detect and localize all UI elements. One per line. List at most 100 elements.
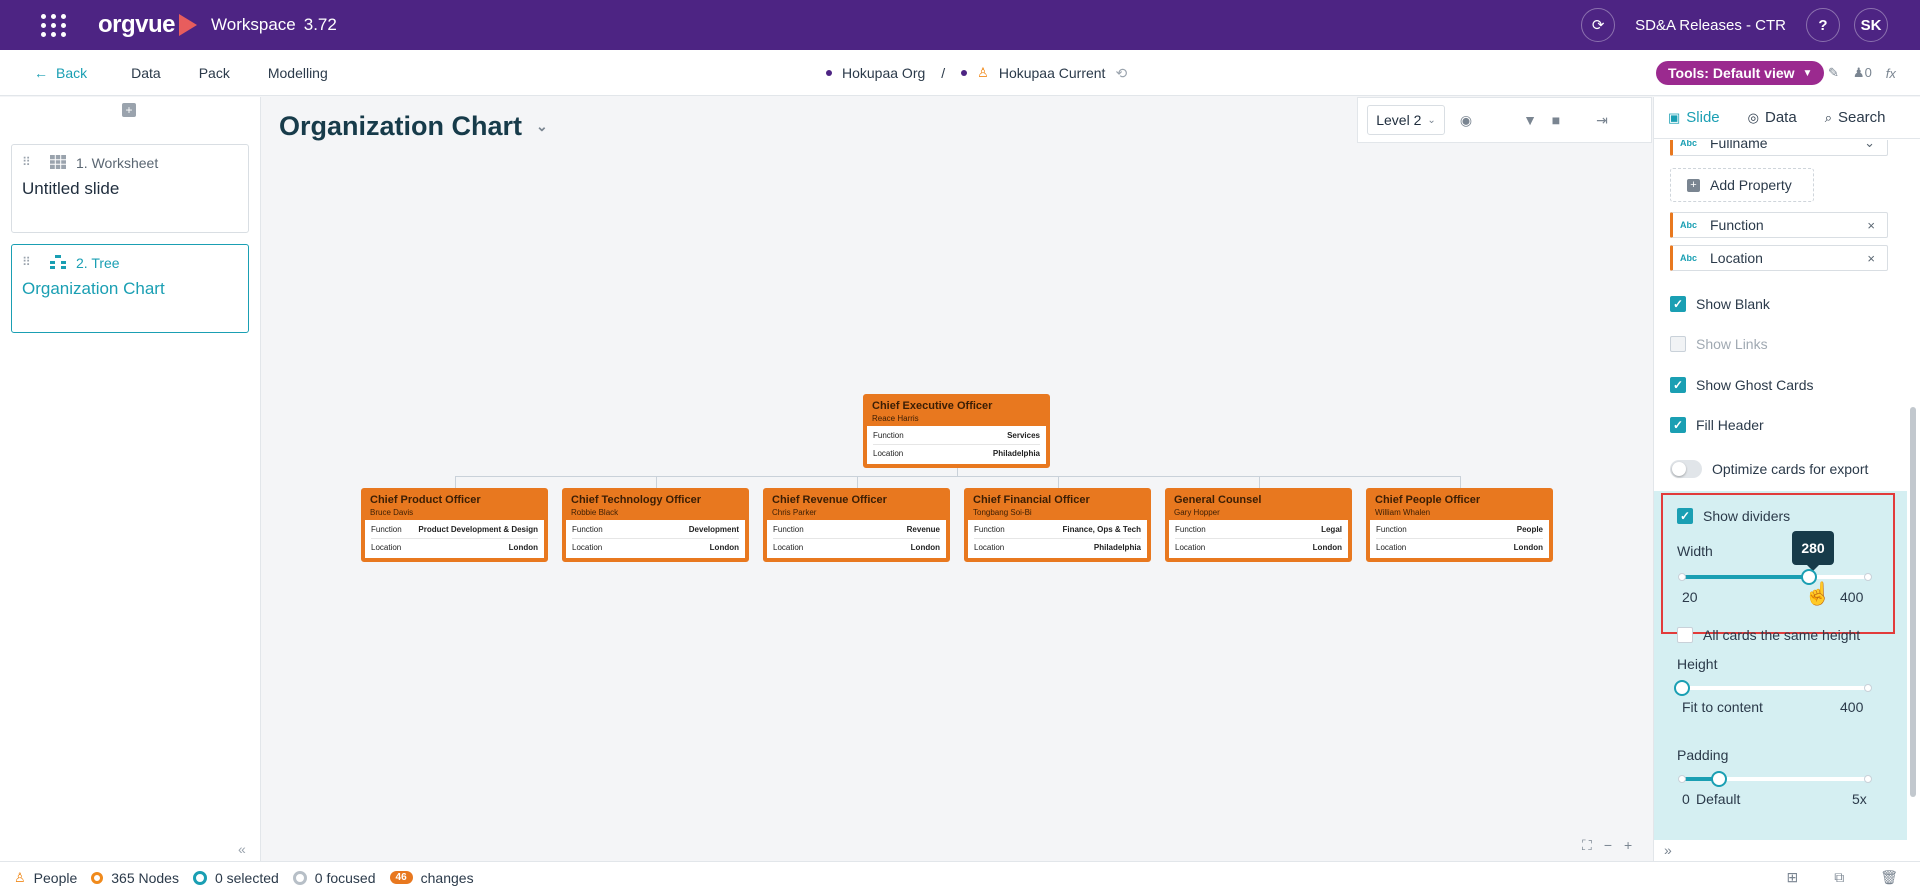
height-slider[interactable] bbox=[1674, 680, 1872, 696]
layers-icon[interactable]: ■ bbox=[1547, 111, 1565, 129]
status-focused[interactable]: 0 focused bbox=[292, 870, 376, 886]
add-icon[interactable]: ⊞ bbox=[1786, 869, 1798, 886]
field-label: Location bbox=[974, 543, 1005, 552]
hand-cursor-icon: ☝ bbox=[1804, 581, 1832, 606]
nav-data[interactable]: Data bbox=[131, 65, 161, 81]
zoom-controls: ⛶ − + bbox=[1582, 837, 1632, 854]
page-title[interactable]: Organization Chart ⌄ bbox=[279, 111, 548, 142]
same-height-checkbox[interactable]: All cards the same height bbox=[1677, 627, 1860, 643]
field-label: Location bbox=[1175, 543, 1206, 552]
slide-card-worksheet[interactable]: ⠿ 1. Worksheet Untitled slide bbox=[11, 144, 249, 233]
org-card-root[interactable]: Chief Executive Officer Reace Harris Funct… bbox=[863, 394, 1050, 468]
tab-data[interactable]: ◎ Data bbox=[1734, 97, 1811, 139]
show-ghost-cards-checkbox[interactable]: ✓ Show Ghost Cards bbox=[1670, 377, 1814, 393]
property-fullname[interactable]: Abc Fullname ⌄ bbox=[1670, 140, 1888, 156]
fill-header-checkbox[interactable]: ✓ Fill Header bbox=[1670, 417, 1764, 433]
orgvue-logo[interactable]: orgvue bbox=[98, 11, 198, 39]
show-blank-checkbox[interactable]: ✓ Show Blank bbox=[1670, 296, 1770, 312]
export-icon[interactable]: ⇥ bbox=[1593, 111, 1611, 129]
user-avatar[interactable]: SK bbox=[1854, 8, 1888, 42]
zoom-out-icon[interactable]: − bbox=[1604, 837, 1612, 854]
drag-handle-icon[interactable]: ⠿ bbox=[22, 155, 31, 169]
status-people[interactable]: ♙ People bbox=[14, 870, 77, 886]
tab-slide[interactable]: ▣ Slide bbox=[1654, 97, 1734, 139]
fx-icon[interactable]: fx bbox=[1886, 66, 1896, 81]
release-selector[interactable]: SD&A Releases - CTR bbox=[1635, 17, 1786, 34]
slide-card-tree[interactable]: ⠿ 2. Tree Organization Chart bbox=[11, 244, 249, 333]
slider-thumb[interactable] bbox=[1674, 680, 1690, 696]
expand-panel-icon[interactable]: » bbox=[1664, 842, 1672, 858]
field-label: Function bbox=[1175, 524, 1206, 534]
card-title: General Counsel bbox=[1174, 494, 1262, 506]
level-select[interactable]: Level 2 ⌄ bbox=[1367, 105, 1445, 135]
field-value: Philadelphia bbox=[1093, 543, 1141, 552]
field-label: Function bbox=[873, 430, 904, 440]
remove-property-icon[interactable]: × bbox=[1867, 251, 1875, 266]
collapse-panel-icon[interactable]: « bbox=[238, 841, 246, 857]
property-name: Function bbox=[1710, 217, 1764, 233]
filter-icon[interactable]: ▼ bbox=[1521, 111, 1539, 129]
breadcrumb-dataset[interactable]: Hokupaa Current bbox=[999, 65, 1106, 81]
org-card[interactable]: Chief Technology Officer Robbie Black Func… bbox=[562, 488, 749, 562]
org-card[interactable]: Chief People Officer William Whalen Functi… bbox=[1366, 488, 1553, 562]
show-dividers-checkbox[interactable]: ✓ Show dividers bbox=[1677, 508, 1790, 524]
optimize-export-toggle[interactable]: Optimize cards for export bbox=[1670, 460, 1868, 478]
tab-search[interactable]: ⌕ Search bbox=[1811, 97, 1900, 139]
sync-button[interactable]: ⟳ bbox=[1581, 8, 1616, 42]
card-row-location: Location Philadelphia bbox=[974, 538, 1141, 556]
back-button[interactable]: ← Back bbox=[34, 65, 87, 81]
zoom-in-icon[interactable]: + bbox=[1624, 837, 1632, 854]
refresh-dataset-icon[interactable]: ⟲ bbox=[1115, 65, 1127, 82]
nav-pack[interactable]: Pack bbox=[199, 65, 230, 81]
palette-icon[interactable]: ◉ bbox=[1457, 111, 1475, 129]
tools-view-dropdown[interactable]: Tools: Default view ▼ bbox=[1656, 61, 1825, 85]
card-body: Function Revenue Location London bbox=[767, 520, 946, 558]
slide-type-label: 2. Tree bbox=[76, 255, 120, 271]
refresh-icon: ⟳ bbox=[1591, 17, 1605, 34]
org-card[interactable]: General Counsel Gary Hopper Function Legal L… bbox=[1165, 488, 1352, 562]
status-nodes[interactable]: 365 Nodes bbox=[91, 870, 179, 886]
status-nodes-label: 365 Nodes bbox=[111, 869, 179, 886]
option-label: Show dividers bbox=[1703, 508, 1791, 524]
card-title: Chief Executive Officer bbox=[872, 400, 993, 412]
remove-property-icon[interactable]: × bbox=[1867, 218, 1875, 233]
help-button[interactable]: ? bbox=[1806, 8, 1840, 42]
property-function[interactable]: Abc Function × bbox=[1670, 212, 1888, 238]
panel-scrollbar[interactable] bbox=[1910, 407, 1916, 797]
card-person-name: Tongbang Soi-Bi bbox=[973, 508, 1032, 517]
fit-screen-icon[interactable]: ⛶ bbox=[1582, 837, 1592, 854]
toggle-switch[interactable] bbox=[1670, 460, 1702, 478]
slide-title: Untitled slide bbox=[22, 179, 120, 198]
field-label: Function bbox=[974, 524, 1005, 534]
app-grid-icon[interactable] bbox=[40, 11, 68, 39]
chevron-down-icon[interactable]: ⌄ bbox=[1864, 140, 1875, 151]
nav-modelling[interactable]: Modelling bbox=[268, 65, 328, 81]
card-body: Function Product Development & Design Loca… bbox=[365, 520, 544, 558]
slider-thumb[interactable] bbox=[1711, 771, 1728, 787]
alerts-indicator[interactable]: ♟0 bbox=[1853, 65, 1872, 81]
org-card[interactable]: Chief Financial Officer Tongbang Soi-Bi Fu… bbox=[964, 488, 1151, 562]
org-card[interactable]: Chief Revenue Officer Chris Parker Functio… bbox=[763, 488, 950, 562]
status-changes[interactable]: 46 changes bbox=[389, 870, 474, 886]
width-slider[interactable] bbox=[1678, 569, 1872, 585]
connector-line bbox=[1258, 476, 1260, 488]
breadcrumb-org[interactable]: Hokupaa Org bbox=[842, 65, 925, 81]
card-body: Function Services Location Philadelphia bbox=[867, 426, 1046, 464]
status-selected[interactable]: 0 selected bbox=[192, 870, 279, 886]
padding-slider[interactable] bbox=[1678, 771, 1872, 787]
drag-handle-icon[interactable]: ⠿ bbox=[22, 255, 31, 269]
property-location[interactable]: Abc Location × bbox=[1670, 245, 1888, 271]
card-body: Function Finance, Ops & Tech Location Phila… bbox=[968, 520, 1147, 558]
duplicate-icon[interactable]: ⧉ bbox=[1834, 869, 1844, 886]
connector-line bbox=[956, 468, 958, 476]
option-label: Show Links bbox=[1696, 336, 1768, 352]
pin-icon[interactable]: ✎ bbox=[1828, 65, 1839, 81]
add-property-button[interactable]: + Add Property bbox=[1670, 168, 1814, 202]
delete-icon[interactable]: 🗑 bbox=[1880, 869, 1898, 886]
org-card[interactable]: Chief Product Officer Bruce Davis Function… bbox=[361, 488, 548, 562]
add-slide-button[interactable]: + bbox=[122, 103, 136, 117]
checkbox-icon: ✓ bbox=[1670, 296, 1686, 312]
person-icon: ♙ bbox=[14, 869, 26, 885]
field-value: Legal bbox=[1321, 524, 1342, 534]
checkbox-icon bbox=[1677, 627, 1693, 643]
